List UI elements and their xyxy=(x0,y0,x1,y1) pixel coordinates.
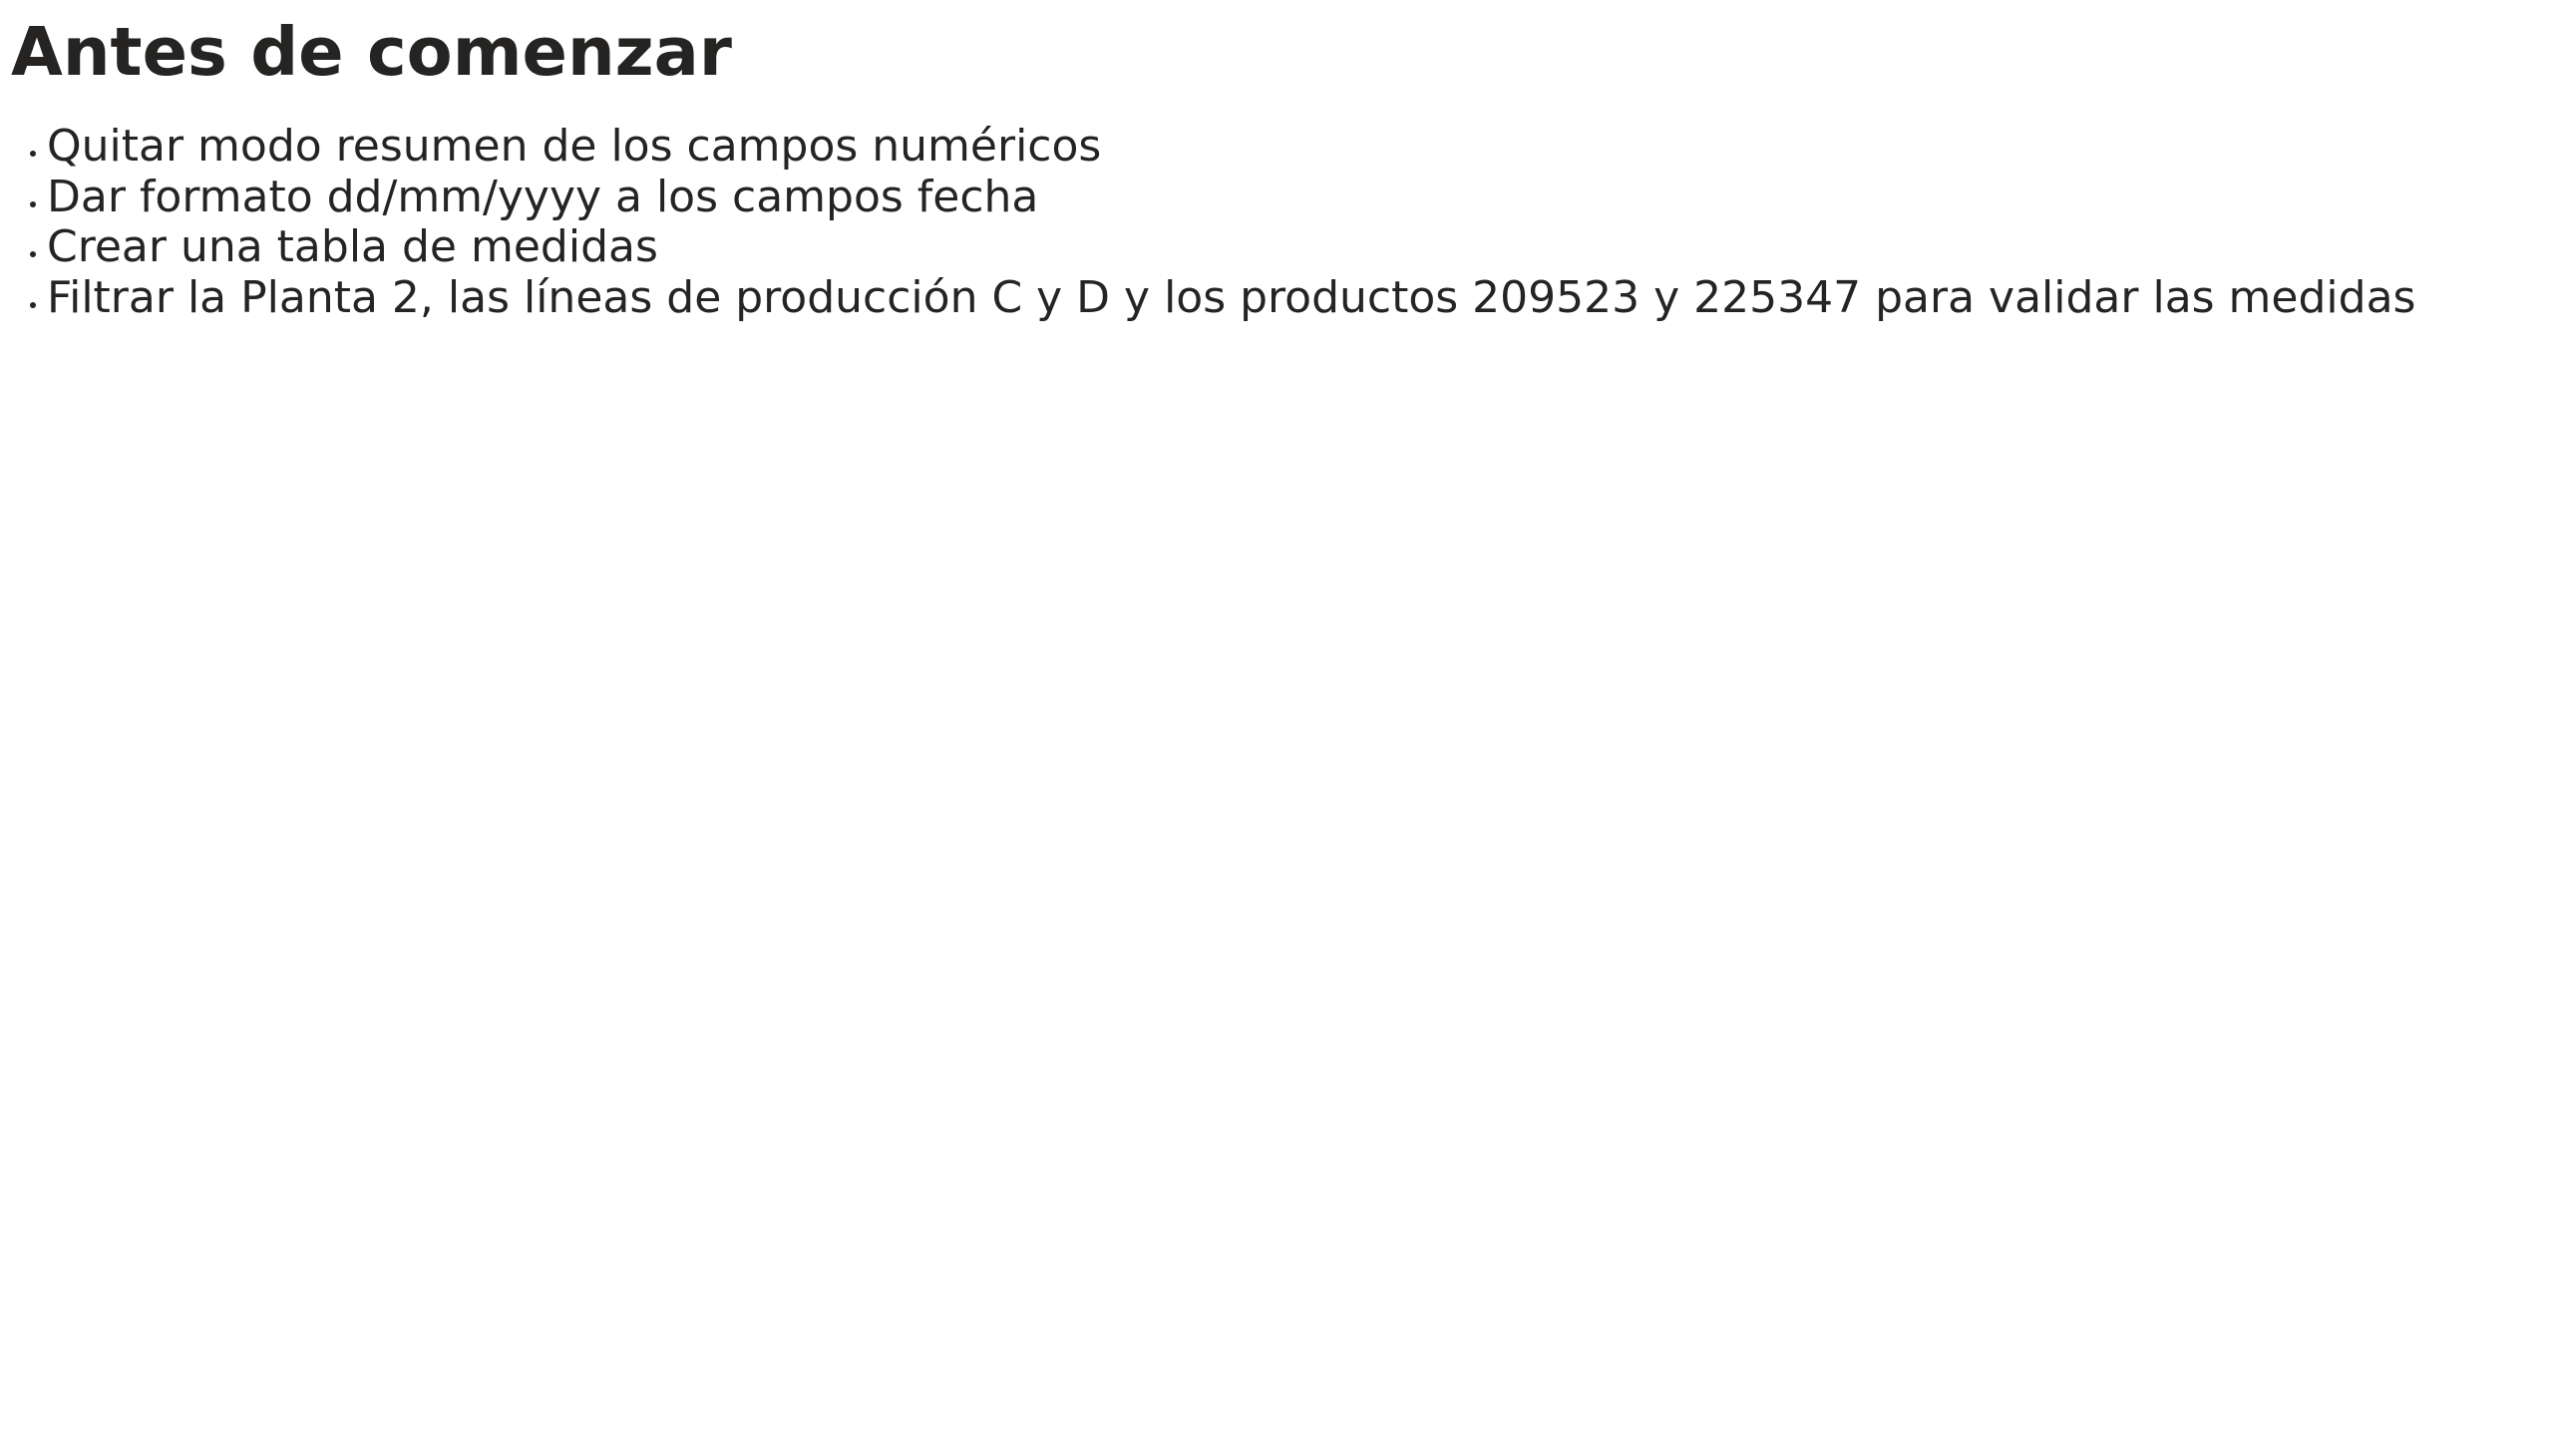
list-item-text: Quitar modo resumen de los campos numéri… xyxy=(47,121,1102,173)
bullet-icon xyxy=(30,151,36,158)
bullet-icon xyxy=(30,200,36,207)
text-box-visual: Antes de comenzar Quitar modo resumen de… xyxy=(0,0,2553,1456)
list-item-text: Dar formato dd/mm/yyyy a los campos fech… xyxy=(47,171,1039,222)
list-item-text: Filtrar la Planta 2, las líneas de produ… xyxy=(47,271,2416,323)
bullet-icon xyxy=(30,301,36,308)
list-item-text: Crear una tabla de medidas xyxy=(47,221,658,273)
page-title: Antes de comenzar xyxy=(11,13,732,91)
bullet-icon xyxy=(30,251,36,258)
